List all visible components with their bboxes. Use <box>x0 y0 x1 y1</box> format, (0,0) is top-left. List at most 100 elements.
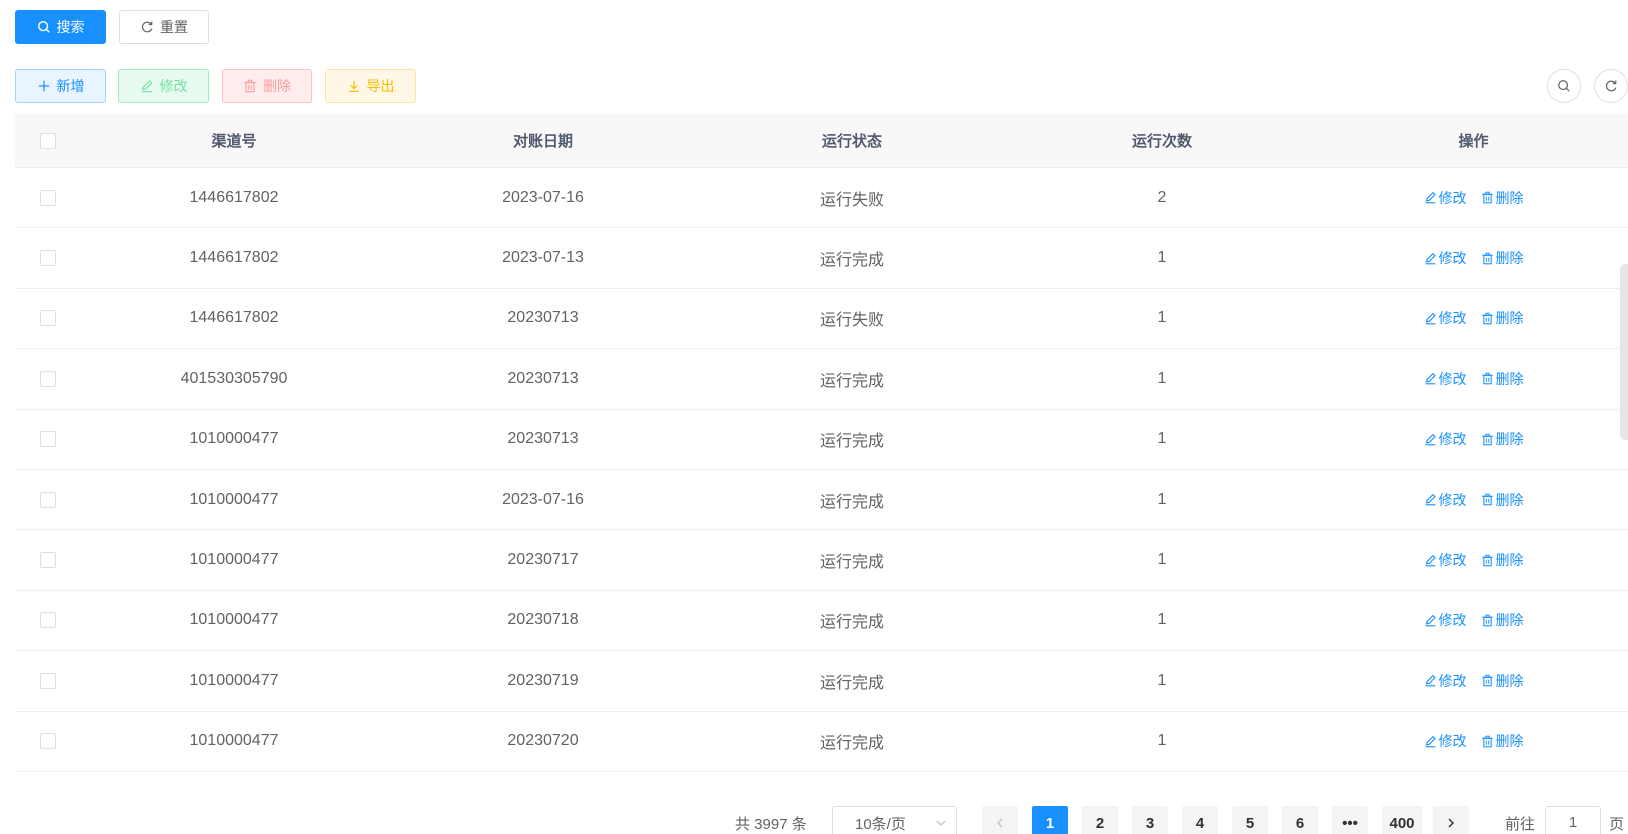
page-number-button[interactable]: 5 <box>1232 806 1268 834</box>
goto-suffix: 页 <box>1609 816 1625 833</box>
row-edit-button[interactable]: 修改 <box>1424 429 1467 449</box>
trash-icon <box>1481 493 1493 506</box>
prev-page-button[interactable] <box>982 806 1018 834</box>
page-number-button[interactable]: 4 <box>1182 806 1218 834</box>
row-edit-label: 修改 <box>1438 552 1467 569</box>
cell-actions: 修改 删除 <box>1319 429 1628 449</box>
row-checkbox[interactable] <box>40 612 56 629</box>
trash-icon <box>1481 675 1493 687</box>
cell-channel: 1010000477 <box>189 551 279 569</box>
trash-icon <box>1481 191 1493 204</box>
row-checkbox-cell <box>15 431 81 448</box>
row-checkbox[interactable] <box>40 250 56 267</box>
edit-icon <box>1425 554 1436 566</box>
row-delete-button[interactable]: 删除 <box>1481 671 1524 691</box>
reset-button[interactable]: 重置 <box>119 10 209 44</box>
add-button[interactable]: 新增 <box>15 69 106 103</box>
row-edit-label: 修改 <box>1438 612 1467 629</box>
cell-actions: 修改 删除 <box>1319 308 1628 328</box>
row-edit-button[interactable]: 修改 <box>1424 490 1467 510</box>
cell-status: 运行完成 <box>819 372 884 390</box>
row-edit-button[interactable]: 修改 <box>1424 369 1467 389</box>
page-ellipsis-button[interactable]: ••• <box>1332 806 1368 834</box>
row-delete-label: 删除 <box>1495 310 1524 327</box>
toggle-search-button[interactable] <box>1547 69 1581 103</box>
cell-channel: 1010000477 <box>189 732 279 750</box>
table-row: 1010000477 20230718 运行完成 1 修改 删除 <box>15 591 1628 652</box>
cell-status: 运行失败 <box>819 312 884 330</box>
row-delete-button[interactable]: 删除 <box>1481 188 1524 208</box>
row-edit-button[interactable]: 修改 <box>1424 248 1467 268</box>
row-checkbox[interactable] <box>40 189 56 206</box>
edit-button-label: 修改 <box>159 78 188 94</box>
plus-icon <box>38 80 49 92</box>
row-delete-label: 删除 <box>1495 431 1524 448</box>
page-number-button[interactable]: 400 <box>1382 806 1422 834</box>
next-page-button[interactable] <box>1433 806 1469 834</box>
cell-actions: 修改 删除 <box>1319 188 1628 208</box>
row-edit-button[interactable]: 修改 <box>1424 550 1467 570</box>
cell-status: 运行完成 <box>819 493 884 511</box>
chevron-right-icon <box>1448 818 1454 828</box>
table-row: 1446617802 2023-07-16 运行失败 2 修改 删除 <box>15 168 1628 229</box>
refresh-button[interactable] <box>1594 69 1628 103</box>
row-checkbox[interactable] <box>40 672 56 689</box>
edit-icon <box>1425 433 1436 446</box>
row-delete-button[interactable]: 删除 <box>1481 369 1524 389</box>
cell-actions: 修改 删除 <box>1319 490 1628 510</box>
refresh-icon <box>1605 80 1617 92</box>
row-edit-button[interactable]: 修改 <box>1424 308 1467 328</box>
row-delete-button[interactable]: 删除 <box>1481 610 1524 630</box>
row-checkbox-cell <box>15 370 81 387</box>
row-checkbox[interactable] <box>40 310 56 327</box>
cell-actions: 修改 删除 <box>1319 550 1628 570</box>
download-icon <box>348 80 359 92</box>
side-drawer-handle[interactable] <box>1620 264 1628 440</box>
page-size-select[interactable]: 10条/页 <box>832 806 957 834</box>
row-edit-button[interactable]: 修改 <box>1424 188 1467 208</box>
row-delete-label: 删除 <box>1495 552 1524 569</box>
edit-button[interactable]: 修改 <box>118 69 209 103</box>
search-button-label: 搜索 <box>56 19 85 35</box>
row-edit-button[interactable]: 修改 <box>1424 671 1467 691</box>
row-edit-label: 修改 <box>1438 250 1467 267</box>
row-delete-button[interactable]: 删除 <box>1481 490 1524 510</box>
row-edit-button[interactable]: 修改 <box>1424 610 1467 630</box>
page-number-button[interactable]: 6 <box>1282 806 1318 834</box>
row-edit-label: 修改 <box>1438 733 1467 750</box>
row-edit-label: 修改 <box>1438 672 1467 689</box>
row-checkbox[interactable] <box>40 733 56 750</box>
row-delete-button[interactable]: 删除 <box>1481 308 1524 328</box>
page-number-button[interactable]: 2 <box>1082 806 1118 834</box>
export-button[interactable]: 导出 <box>325 69 416 103</box>
row-checkbox[interactable] <box>40 491 56 508</box>
row-delete-label: 删除 <box>1495 250 1524 267</box>
goto-label: 前往 <box>1505 816 1536 833</box>
row-checkbox[interactable] <box>40 552 56 569</box>
goto-page-input[interactable]: 1 <box>1545 806 1601 834</box>
table-row: 1010000477 20230717 运行完成 1 修改 删除 <box>15 530 1628 591</box>
row-edit-label: 修改 <box>1438 370 1467 387</box>
edit-icon <box>1425 373 1436 385</box>
trash-icon <box>1481 433 1493 446</box>
header-count: 运行次数 <box>1131 133 1192 150</box>
edit-icon <box>1425 192 1436 204</box>
reset-button-label: 重置 <box>160 19 188 35</box>
row-delete-button[interactable]: 删除 <box>1481 550 1524 570</box>
row-edit-button[interactable]: 修改 <box>1424 731 1467 751</box>
page-number-button[interactable]: 1 <box>1032 806 1068 834</box>
row-checkbox[interactable] <box>40 431 56 448</box>
row-checkbox[interactable] <box>40 370 56 387</box>
header-checkbox-cell <box>15 132 81 149</box>
delete-button[interactable]: 删除 <box>222 69 312 103</box>
page-number-button[interactable]: 3 <box>1132 806 1168 834</box>
row-delete-button[interactable]: 删除 <box>1481 248 1524 268</box>
table-row: 1010000477 20230719 运行完成 1 修改 删除 <box>15 651 1628 712</box>
cell-channel: 1010000477 <box>189 430 279 448</box>
select-all-checkbox[interactable] <box>40 132 56 149</box>
edit-icon <box>141 79 153 93</box>
row-delete-button[interactable]: 删除 <box>1481 429 1524 449</box>
search-button[interactable]: 搜索 <box>15 10 106 44</box>
cell-status: 运行完成 <box>819 433 884 451</box>
row-delete-button[interactable]: 删除 <box>1481 731 1524 751</box>
